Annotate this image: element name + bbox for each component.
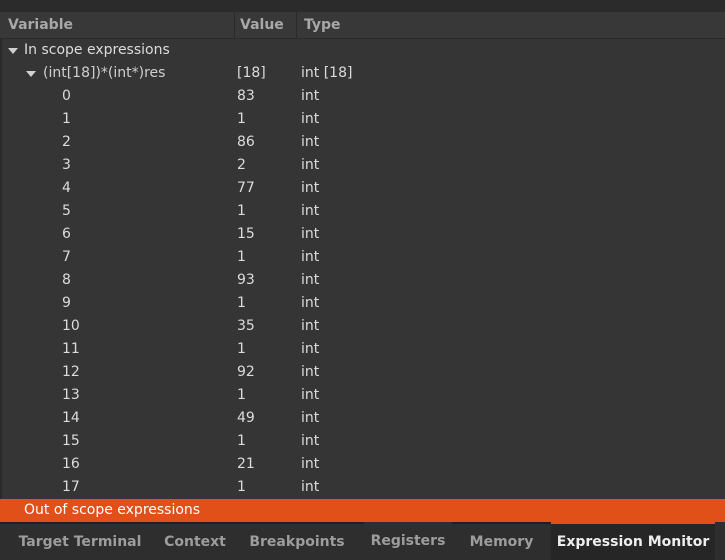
element-row[interactable]: 7 1 int xyxy=(0,246,725,269)
element-index: 6 xyxy=(62,226,71,242)
element-value: 2 xyxy=(237,157,246,173)
column-header: Variable Value Type xyxy=(0,12,725,39)
element-row[interactable]: 3 2 int xyxy=(0,154,725,177)
expression-value: [18] xyxy=(237,65,266,81)
element-row[interactable]: 14 49 int xyxy=(0,407,725,430)
tab-memory[interactable]: Memory xyxy=(452,522,551,560)
element-type: int xyxy=(301,433,320,449)
element-index: 8 xyxy=(62,272,71,288)
element-row[interactable]: 1 1 int xyxy=(0,108,725,131)
out-of-scope-label: Out of scope expressions xyxy=(24,502,201,518)
element-index: 16 xyxy=(62,456,80,472)
element-type: int xyxy=(301,157,320,173)
element-value: 92 xyxy=(237,364,255,380)
element-index: 15 xyxy=(62,433,80,449)
expression-type: int [18] xyxy=(301,65,353,81)
element-type: int xyxy=(301,226,320,242)
element-value: 1 xyxy=(237,479,246,495)
element-type: int xyxy=(301,410,320,426)
element-value: 15 xyxy=(237,226,255,242)
element-row[interactable]: 17 1 int xyxy=(0,476,725,499)
element-type: int xyxy=(301,88,320,104)
element-row[interactable]: 4 77 int xyxy=(0,177,725,200)
element-index: 2 xyxy=(62,134,71,150)
element-value: 21 xyxy=(237,456,255,472)
tab-target-terminal[interactable]: Target Terminal xyxy=(0,522,160,560)
element-index: 13 xyxy=(62,387,80,403)
element-type: int xyxy=(301,387,320,403)
element-row[interactable]: 11 1 int xyxy=(0,338,725,361)
column-value[interactable]: Value xyxy=(234,12,296,38)
element-row[interactable]: 6 15 int xyxy=(0,223,725,246)
element-value: 49 xyxy=(237,410,255,426)
element-value: 1 xyxy=(237,111,246,127)
tab-expression-monitor[interactable]: Expression Monitor xyxy=(551,522,715,560)
expression-tree: In scope expressions (int[18])*(int*)res… xyxy=(0,39,725,499)
element-type: int xyxy=(301,364,320,380)
element-type: int xyxy=(301,203,320,219)
element-index: 11 xyxy=(62,341,80,357)
element-type: int xyxy=(301,111,320,127)
element-type: int xyxy=(301,272,320,288)
element-row[interactable]: 8 93 int xyxy=(0,269,725,292)
element-index: 14 xyxy=(62,410,80,426)
tab-registers[interactable]: Registers xyxy=(364,522,452,560)
element-row[interactable]: 5 1 int xyxy=(0,200,725,223)
element-row[interactable]: 12 92 int xyxy=(0,361,725,384)
tab-context[interactable]: Context xyxy=(160,522,230,560)
element-type: int xyxy=(301,249,320,265)
element-type: int xyxy=(301,456,320,472)
element-value: 1 xyxy=(237,387,246,403)
bottom-tab-bar: Target Terminal Context Breakpoints Regi… xyxy=(0,522,725,560)
element-value: 1 xyxy=(237,203,246,219)
element-value: 35 xyxy=(237,318,255,334)
expand-arrow-icon[interactable] xyxy=(8,48,18,54)
element-value: 1 xyxy=(237,249,246,265)
element-row[interactable]: 13 1 int xyxy=(0,384,725,407)
element-type: int xyxy=(301,134,320,150)
element-index: 3 xyxy=(62,157,71,173)
element-index: 4 xyxy=(62,180,71,196)
element-index: 17 xyxy=(62,479,80,495)
element-row[interactable]: 16 21 int xyxy=(0,453,725,476)
element-type: int xyxy=(301,479,320,495)
tab-breakpoints[interactable]: Breakpoints xyxy=(230,522,364,560)
element-row[interactable]: 9 1 int xyxy=(0,292,725,315)
element-type: int xyxy=(301,341,320,357)
element-row[interactable]: 15 1 int xyxy=(0,430,725,453)
expression-name: (int[18])*(int*)res xyxy=(43,65,166,81)
in-scope-group[interactable]: In scope expressions xyxy=(0,39,725,62)
element-row[interactable]: 2 86 int xyxy=(0,131,725,154)
element-row[interactable]: 10 35 int xyxy=(0,315,725,338)
element-row[interactable]: 0 83 int xyxy=(0,85,725,108)
element-index: 10 xyxy=(62,318,80,334)
element-value: 86 xyxy=(237,134,255,150)
in-scope-label: In scope expressions xyxy=(24,42,170,58)
element-value: 93 xyxy=(237,272,255,288)
expand-arrow-icon[interactable] xyxy=(26,71,36,77)
element-type: int xyxy=(301,180,320,196)
element-index: 0 xyxy=(62,88,71,104)
column-variable[interactable]: Variable xyxy=(0,12,234,38)
element-index: 12 xyxy=(62,364,80,380)
element-type: int xyxy=(301,295,320,311)
element-type: int xyxy=(301,318,320,334)
out-of-scope-group[interactable]: Out of scope expressions xyxy=(0,499,725,522)
element-value: 1 xyxy=(237,341,246,357)
expression-row[interactable]: (int[18])*(int*)res [18] int [18] xyxy=(0,62,725,85)
element-index: 5 xyxy=(62,203,71,219)
element-index: 9 xyxy=(62,295,71,311)
element-value: 83 xyxy=(237,88,255,104)
element-index: 1 xyxy=(62,111,71,127)
element-value: 1 xyxy=(237,433,246,449)
element-value: 1 xyxy=(237,295,246,311)
element-index: 7 xyxy=(62,249,71,265)
element-value: 77 xyxy=(237,180,255,196)
column-type[interactable]: Type xyxy=(296,12,725,38)
